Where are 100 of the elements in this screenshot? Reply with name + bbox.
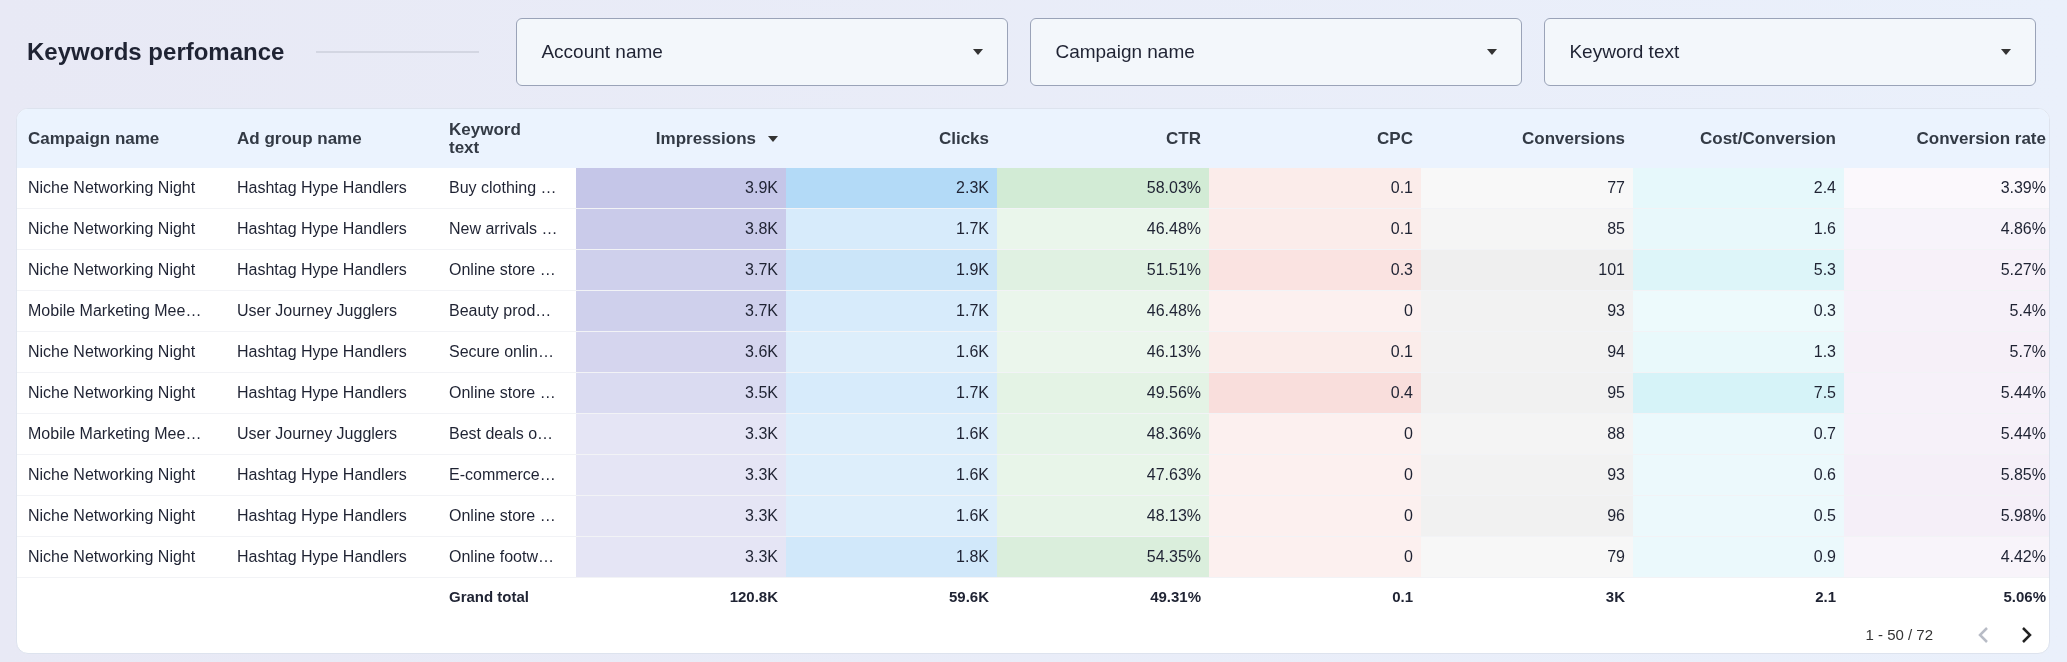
table-cell-text: Hashtag Hype Handlers <box>236 547 408 567</box>
table-cell: 46.13% <box>997 332 1209 372</box>
table-cell: 3.6K <box>576 332 786 372</box>
table-cell-text: Niche Networking Night <box>27 219 197 239</box>
table-cell: 1.7K <box>786 373 997 413</box>
table-cell: 1.7K <box>786 291 997 331</box>
table-cell: 0 <box>1209 496 1421 536</box>
table-cell: 85 <box>1421 209 1633 249</box>
table-cell: 5.27% <box>1844 250 2049 290</box>
column-header[interactable]: Conversions <box>1522 129 1625 148</box>
column-header[interactable]: CTR <box>1166 129 1201 148</box>
table-cell: 1.6K <box>786 414 997 454</box>
pagination-range: 1 - 50 / 72 <box>1865 624 1933 645</box>
table-cell: 3.9K <box>576 168 786 208</box>
column-header[interactable]: Keyword text <box>449 120 529 157</box>
column-header[interactable]: Clicks <box>938 129 989 148</box>
table-cell: 3.3K <box>576 537 786 577</box>
table-cell-text: Hashtag Hype Handlers <box>236 260 408 280</box>
table-cell-text: Hashtag Hype Handlers <box>236 219 408 239</box>
caret-down-icon <box>973 49 984 55</box>
table-cell: 0.1 <box>1209 332 1421 372</box>
table-cell: 96 <box>1421 496 1633 536</box>
table-cell: 101 <box>1421 250 1633 290</box>
table-cell: 3.3K <box>576 496 786 536</box>
table-cell: 1.9K <box>786 250 997 290</box>
table-cell: 3.5K <box>576 373 786 413</box>
table-cell-text: Hashtag Hype Handlers <box>236 178 408 198</box>
column-header[interactable]: Cost/Conversion <box>1699 129 1836 148</box>
table-cell-text: E-commerce… <box>448 465 557 485</box>
table-cell-text: Niche Networking Night <box>27 465 197 485</box>
total-value: 120.8K <box>728 587 779 608</box>
table-cell: 3.7K <box>576 291 786 331</box>
table-cell: 0.3 <box>1633 291 1844 331</box>
table-cell: 3.7K <box>576 250 786 290</box>
table-cell: 77 <box>1421 168 1633 208</box>
table-cell: 4.86% <box>1844 209 2049 249</box>
column-header[interactable]: Ad group name <box>237 129 362 148</box>
total-value: 2.1 <box>1814 587 1837 608</box>
column-header[interactable]: Impressions <box>655 129 778 148</box>
filter-dropdown[interactable]: Account name <box>516 18 1009 86</box>
table-cell: 0.6 <box>1633 455 1844 495</box>
table-cell: 1.6K <box>786 455 997 495</box>
table-cell: 58.03% <box>997 168 1209 208</box>
table-cell-text: Hashtag Hype Handlers <box>236 383 408 403</box>
total-value: 5.06% <box>2002 587 2047 608</box>
table-cell: 1.8K <box>786 537 997 577</box>
table-cell: 2.4 <box>1633 168 1844 208</box>
table-cell: 47.63% <box>997 455 1209 495</box>
table-cell: 0.5 <box>1633 496 1844 536</box>
table-cell: 0.9 <box>1633 537 1844 577</box>
table-cell: 0.7 <box>1633 414 1844 454</box>
table-cell: 46.48% <box>997 291 1209 331</box>
table-cell-text: Beauty prod… <box>448 301 553 321</box>
table-cell: 0.1 <box>1209 209 1421 249</box>
table-cell: 0.3 <box>1209 250 1421 290</box>
table-cell-text: New arrivals … <box>448 219 559 239</box>
table-cell-text: Buy clothing … <box>448 178 558 198</box>
table-cell-text: Niche Networking Night <box>27 178 197 198</box>
table-cell-text: Hashtag Hype Handlers <box>236 506 408 526</box>
table-cell-text: Niche Networking Night <box>27 342 197 362</box>
chevron-left-icon <box>1977 626 1989 644</box>
caret-down-icon <box>768 135 778 142</box>
table-cell: 5.44% <box>1844 373 2049 413</box>
table-cell: 5.7% <box>1844 332 2049 372</box>
table-cell: 93 <box>1421 291 1633 331</box>
table-cell-text: Online store … <box>448 383 557 403</box>
filter-dropdown[interactable]: Keyword text <box>1544 18 2037 86</box>
total-value: 0.1 <box>1391 587 1414 608</box>
table-cell: 3.39% <box>1844 168 2049 208</box>
table-cell: 0 <box>1209 537 1421 577</box>
table-cell: 48.13% <box>997 496 1209 536</box>
filter-dropdown[interactable]: Campaign name <box>1030 18 1523 86</box>
table-cell: 54.35% <box>997 537 1209 577</box>
column-header[interactable]: CPC <box>1377 129 1413 148</box>
page-title: Keywords perfomance <box>27 37 285 67</box>
column-header[interactable]: Conversion rate <box>1916 129 2046 148</box>
table-cell-text: Online store … <box>448 506 557 526</box>
chevron-right-icon <box>2021 626 2033 644</box>
table-cell: 79 <box>1421 537 1633 577</box>
column-header[interactable]: Campaign name <box>28 129 160 148</box>
table-cell: 3.8K <box>576 209 786 249</box>
total-value: 3K <box>1604 587 1626 608</box>
table-cell-text: Mobile Marketing Mee… <box>27 301 203 321</box>
table-cell-text: Online footw… <box>448 547 555 567</box>
table-cell: 1.6K <box>786 496 997 536</box>
caret-down-icon <box>1487 49 1498 55</box>
table-cell: 2.3K <box>786 168 997 208</box>
table-cell-text: Niche Networking Night <box>27 506 197 526</box>
table-cell: 0 <box>1209 455 1421 495</box>
caret-down-icon <box>2001 49 2012 55</box>
table-cell: 5.85% <box>1844 455 2049 495</box>
table-cell: 4.42% <box>1844 537 2049 577</box>
table-cell-text: Mobile Marketing Mee… <box>27 424 203 444</box>
table-cell: 1.6K <box>786 332 997 372</box>
table-cell: 94 <box>1421 332 1633 372</box>
table-cell-text: Hashtag Hype Handlers <box>236 342 408 362</box>
table-cell: 0.4 <box>1209 373 1421 413</box>
table-cell-text: Hashtag Hype Handlers <box>236 465 408 485</box>
total-value: 59.6K <box>947 587 990 608</box>
table-cell: 1.7K <box>786 209 997 249</box>
